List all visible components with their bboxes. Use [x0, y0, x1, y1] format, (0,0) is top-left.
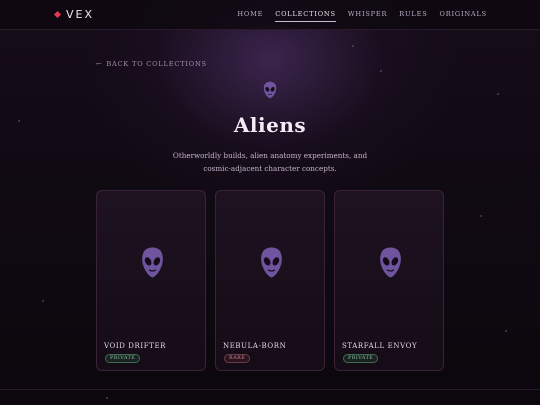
status-badge: Rare — [224, 354, 251, 363]
star-decoration — [497, 93, 499, 95]
status-badge: Private — [105, 354, 141, 363]
alien-icon — [142, 247, 163, 278]
top-navigation: VEX Home Collections Whisper Rules Origi… — [0, 0, 540, 30]
nav-link-rules[interactable]: Rules — [399, 10, 427, 22]
back-to-collections-link[interactable]: ← Back to Collections — [96, 60, 207, 68]
page-description: Otherworldly builds, alien anatomy exper… — [172, 151, 368, 173]
footer-divider — [0, 389, 540, 390]
alien-icon — [263, 81, 277, 99]
collection-card-nebula-born[interactable]: Nebula-Born Rare — [215, 190, 325, 371]
collection-card-starfall-envoy[interactable]: Starfall Envoy Private — [334, 190, 444, 371]
star-decoration — [42, 300, 44, 302]
page-title: Aliens — [233, 113, 307, 137]
star-decoration — [106, 397, 108, 399]
star-decoration — [352, 45, 354, 47]
back-link-label: Back to Collections — [106, 60, 207, 68]
nav-link-whisper[interactable]: Whisper — [348, 10, 387, 22]
collection-card-void-drifter[interactable]: Void Drifter Private — [96, 190, 206, 371]
logo-diamond-icon — [53, 10, 62, 19]
card-title: Starfall Envoy — [342, 342, 418, 350]
card-title: Void Drifter — [104, 342, 167, 350]
star-decoration — [380, 70, 382, 72]
alien-icon — [261, 247, 282, 278]
alien-icon — [380, 247, 401, 278]
logo-text: VEX — [66, 8, 95, 21]
card-title: Nebula-Born — [223, 342, 287, 350]
star-decoration — [480, 215, 482, 217]
logo[interactable]: VEX — [53, 8, 95, 21]
nav-menu: Home Collections Whisper Rules Originals — [237, 10, 487, 22]
status-badge: Private — [343, 354, 379, 363]
star-decoration — [505, 330, 507, 332]
nav-link-home[interactable]: Home — [237, 10, 263, 22]
nav-link-collections[interactable]: Collections — [275, 10, 336, 22]
back-arrow-icon: ← — [96, 60, 103, 68]
nav-link-originals[interactable]: Originals — [440, 10, 487, 22]
